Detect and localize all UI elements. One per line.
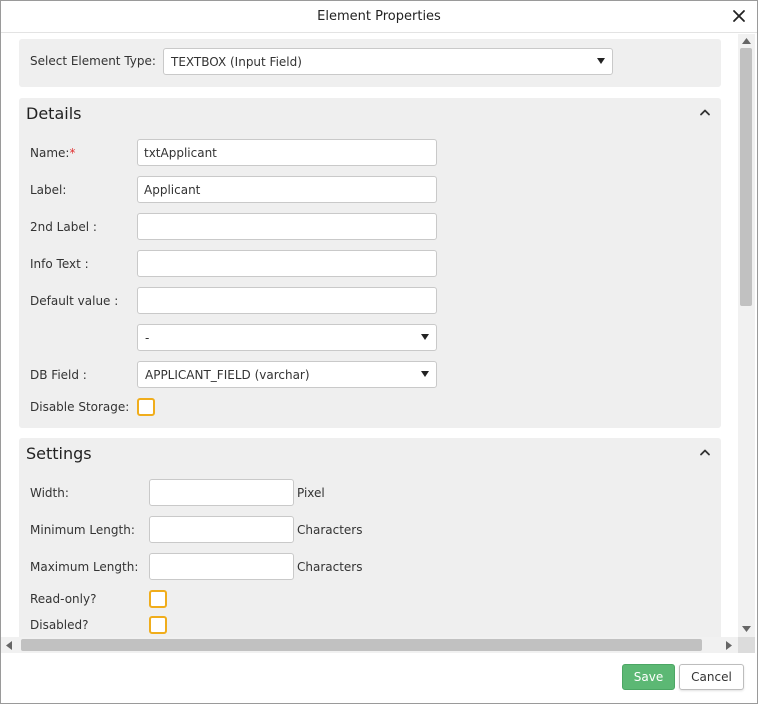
- default-value-label: Default value :: [30, 294, 119, 308]
- label-label: Label:: [30, 183, 67, 197]
- element-type-selected: TEXTBOX (Input Field): [171, 55, 302, 69]
- caret-down-icon: [597, 58, 605, 64]
- cancel-button[interactable]: Cancel: [679, 664, 744, 690]
- db-field-select[interactable]: APPLICANT_FIELD (varchar): [137, 361, 437, 388]
- width-input[interactable]: [149, 479, 294, 506]
- readonly-label: Read-only?: [30, 592, 97, 606]
- default-source-selected: -: [145, 331, 150, 345]
- info-text-input[interactable]: [137, 250, 437, 277]
- dialog-footer: Save Cancel: [1, 653, 757, 703]
- disabled-label: Disabled?: [30, 618, 89, 632]
- dialog-scroll-content: Select Element Type: TEXTBOX (Input Fiel…: [1, 34, 738, 637]
- close-icon[interactable]: [731, 8, 747, 24]
- readonly-checkbox[interactable]: [149, 590, 167, 608]
- save-button[interactable]: Save: [622, 664, 675, 690]
- dialog-title: Element Properties: [317, 9, 441, 24]
- horizontal-scrollbar[interactable]: [1, 637, 738, 653]
- settings-heading: Settings: [26, 444, 92, 463]
- default-value-input[interactable]: [137, 287, 437, 314]
- settings-panel: Settings Width: Pixel Minimum Length: Ch…: [19, 438, 721, 637]
- min-length-unit: Characters: [297, 523, 363, 537]
- caret-down-icon: [421, 371, 429, 377]
- element-type-panel: Select Element Type: TEXTBOX (Input Fiel…: [19, 39, 721, 87]
- caret-down-icon: [421, 334, 429, 340]
- db-field-label: DB Field :: [30, 368, 87, 382]
- name-input[interactable]: [137, 139, 437, 166]
- disabled-checkbox[interactable]: [149, 616, 167, 634]
- name-label-text: Name:: [30, 146, 70, 160]
- scroll-down-arrow-icon[interactable]: [742, 626, 751, 633]
- default-source-select[interactable]: -: [137, 324, 437, 351]
- horizontal-scrollbar-thumb[interactable]: [21, 639, 702, 651]
- chevron-up-icon[interactable]: [699, 447, 711, 457]
- name-label: Name:*: [30, 146, 75, 160]
- disable-storage-label: Disable Storage:: [30, 400, 130, 414]
- scroll-right-arrow-icon[interactable]: [726, 641, 733, 650]
- scrollbar-corner: [738, 637, 755, 653]
- max-length-label: Maximum Length:: [30, 560, 139, 574]
- element-properties-dialog: Element Properties Select Element Type: …: [0, 0, 758, 704]
- chevron-up-icon[interactable]: [699, 107, 711, 117]
- element-type-label: Select Element Type:: [30, 54, 156, 68]
- disable-storage-checkbox[interactable]: [137, 398, 155, 416]
- db-field-selected: APPLICANT_FIELD (varchar): [145, 368, 310, 382]
- vertical-scrollbar[interactable]: [738, 34, 755, 637]
- dialog-titlebar: Element Properties: [1, 1, 757, 33]
- element-type-select[interactable]: TEXTBOX (Input Field): [163, 48, 613, 75]
- second-label-input[interactable]: [137, 213, 437, 240]
- scroll-left-arrow-icon[interactable]: [6, 641, 13, 650]
- max-length-input[interactable]: [149, 553, 294, 580]
- details-panel: Details Name:* Label: 2nd Label : Info T…: [19, 98, 721, 428]
- label-input[interactable]: [137, 176, 437, 203]
- width-label: Width:: [30, 486, 69, 500]
- details-heading: Details: [26, 104, 82, 123]
- max-length-unit: Characters: [297, 560, 363, 574]
- scroll-up-arrow-icon[interactable]: [742, 38, 751, 45]
- width-unit: Pixel: [297, 486, 325, 500]
- required-marker: *: [69, 146, 76, 160]
- vertical-scrollbar-thumb[interactable]: [740, 48, 752, 306]
- min-length-input[interactable]: [149, 516, 294, 543]
- min-length-label: Minimum Length:: [30, 523, 135, 537]
- second-label-label: 2nd Label :: [30, 220, 97, 234]
- info-text-label: Info Text :: [30, 257, 89, 271]
